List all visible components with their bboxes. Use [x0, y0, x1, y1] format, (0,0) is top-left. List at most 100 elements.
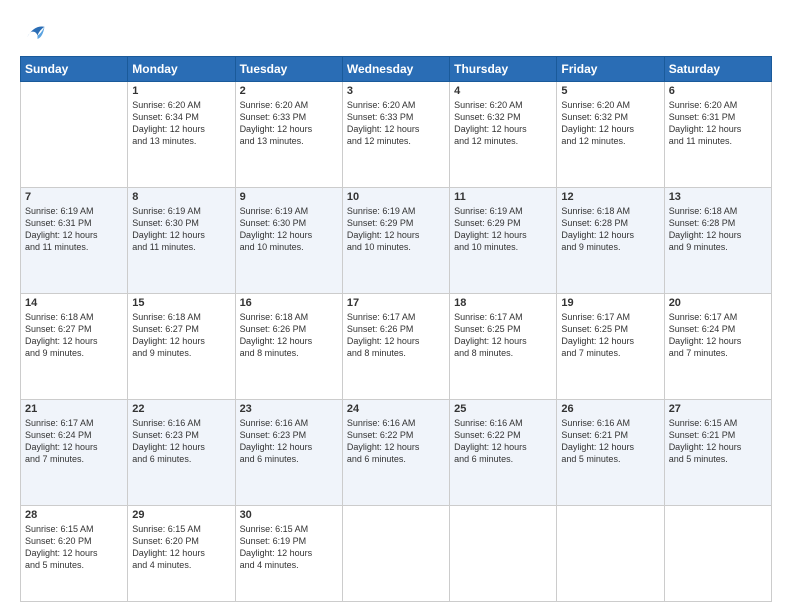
day-info: Sunrise: 6:16 AM Sunset: 6:22 PM Dayligh…	[454, 417, 552, 466]
day-number: 3	[347, 85, 445, 97]
day-number: 13	[669, 191, 767, 203]
calendar-cell	[450, 505, 557, 601]
weekday-thursday: Thursday	[450, 57, 557, 82]
day-number: 20	[669, 297, 767, 309]
day-info: Sunrise: 6:15 AM Sunset: 6:19 PM Dayligh…	[240, 523, 338, 572]
day-number: 24	[347, 403, 445, 415]
day-info: Sunrise: 6:20 AM Sunset: 6:33 PM Dayligh…	[347, 99, 445, 148]
day-info: Sunrise: 6:19 AM Sunset: 6:29 PM Dayligh…	[454, 205, 552, 254]
calendar-cell: 13 Sunrise: 6:18 AM Sunset: 6:28 PM Dayli…	[664, 187, 771, 293]
day-number: 1	[132, 85, 230, 97]
calendar-cell	[664, 505, 771, 601]
day-number: 5	[561, 85, 659, 97]
day-info: Sunrise: 6:19 AM Sunset: 6:29 PM Dayligh…	[347, 205, 445, 254]
calendar-cell: 4Sunrise: 6:20 AM Sunset: 6:32 PM Daylig…	[450, 82, 557, 188]
day-info: Sunrise: 6:16 AM Sunset: 6:23 PM Dayligh…	[240, 417, 338, 466]
calendar-week-5: 28 Sunrise: 6:15 AM Sunset: 6:20 PM Dayli…	[21, 505, 772, 601]
day-info: Sunrise: 6:17 AM Sunset: 6:25 PM Dayligh…	[561, 311, 659, 360]
calendar-cell: 22 Sunrise: 6:16 AM Sunset: 6:23 PM Dayli…	[128, 399, 235, 505]
day-info: Sunrise: 6:18 AM Sunset: 6:26 PM Dayligh…	[240, 311, 338, 360]
calendar-cell: 2 Sunrise: 6:20 AM Sunset: 6:33 PM Daylig…	[235, 82, 342, 188]
day-number: 23	[240, 403, 338, 415]
calendar-table: SundayMondayTuesdayWednesdayThursdayFrid…	[20, 56, 772, 602]
day-info: Sunrise: 6:18 AM Sunset: 6:28 PM Dayligh…	[561, 205, 659, 254]
calendar-cell: 25 Sunrise: 6:16 AM Sunset: 6:22 PM Dayli…	[450, 399, 557, 505]
day-info: Sunrise: 6:15 AM Sunset: 6:20 PM Dayligh…	[132, 523, 230, 572]
logo	[20, 18, 52, 46]
day-number: 27	[669, 403, 767, 415]
logo-bird-icon	[20, 18, 48, 46]
weekday-wednesday: Wednesday	[342, 57, 449, 82]
calendar-cell: 9Sunrise: 6:19 AM Sunset: 6:30 PM Daylig…	[235, 187, 342, 293]
calendar-cell: 20 Sunrise: 6:17 AM Sunset: 6:24 PM Dayli…	[664, 293, 771, 399]
calendar-cell: 30 Sunrise: 6:15 AM Sunset: 6:19 PM Dayli…	[235, 505, 342, 601]
day-number: 16	[240, 297, 338, 309]
day-info: Sunrise: 6:18 AM Sunset: 6:27 PM Dayligh…	[25, 311, 123, 360]
day-number: 2	[240, 85, 338, 97]
day-info: Sunrise: 6:16 AM Sunset: 6:23 PM Dayligh…	[132, 417, 230, 466]
weekday-tuesday: Tuesday	[235, 57, 342, 82]
calendar-cell: 3 Sunrise: 6:20 AM Sunset: 6:33 PM Daylig…	[342, 82, 449, 188]
calendar-cell: 28 Sunrise: 6:15 AM Sunset: 6:20 PM Dayli…	[21, 505, 128, 601]
day-number: 18	[454, 297, 552, 309]
calendar-week-1: 1 Sunrise: 6:20 AM Sunset: 6:34 PM Daylig…	[21, 82, 772, 188]
day-info: Sunrise: 6:20 AM Sunset: 6:33 PM Dayligh…	[240, 99, 338, 148]
calendar-cell: 6 Sunrise: 6:20 AM Sunset: 6:31 PM Daylig…	[664, 82, 771, 188]
calendar-cell: 18 Sunrise: 6:17 AM Sunset: 6:25 PM Dayli…	[450, 293, 557, 399]
calendar-cell: 7Sunrise: 6:19 AM Sunset: 6:31 PM Daylig…	[21, 187, 128, 293]
day-number: 14	[25, 297, 123, 309]
calendar-cell: 10Sunrise: 6:19 AM Sunset: 6:29 PM Dayli…	[342, 187, 449, 293]
calendar-cell: 29 Sunrise: 6:15 AM Sunset: 6:20 PM Dayli…	[128, 505, 235, 601]
page: SundayMondayTuesdayWednesdayThursdayFrid…	[0, 0, 792, 612]
day-info: Sunrise: 6:17 AM Sunset: 6:24 PM Dayligh…	[25, 417, 123, 466]
weekday-monday: Monday	[128, 57, 235, 82]
day-number: 22	[132, 403, 230, 415]
day-info: Sunrise: 6:15 AM Sunset: 6:20 PM Dayligh…	[25, 523, 123, 572]
calendar-cell: 11Sunrise: 6:19 AM Sunset: 6:29 PM Dayli…	[450, 187, 557, 293]
calendar-cell: 12 Sunrise: 6:18 AM Sunset: 6:28 PM Dayli…	[557, 187, 664, 293]
calendar-week-3: 14 Sunrise: 6:18 AM Sunset: 6:27 PM Dayli…	[21, 293, 772, 399]
day-info: Sunrise: 6:20 AM Sunset: 6:32 PM Dayligh…	[561, 99, 659, 148]
calendar-cell: 23 Sunrise: 6:16 AM Sunset: 6:23 PM Dayli…	[235, 399, 342, 505]
calendar-cell: 27 Sunrise: 6:15 AM Sunset: 6:21 PM Dayli…	[664, 399, 771, 505]
day-number: 15	[132, 297, 230, 309]
calendar-cell: 1 Sunrise: 6:20 AM Sunset: 6:34 PM Daylig…	[128, 82, 235, 188]
day-number: 8	[132, 191, 230, 203]
day-number: 26	[561, 403, 659, 415]
calendar-cell: 8 Sunrise: 6:19 AM Sunset: 6:30 PM Daylig…	[128, 187, 235, 293]
calendar-cell	[21, 82, 128, 188]
calendar-week-4: 21 Sunrise: 6:17 AM Sunset: 6:24 PM Dayli…	[21, 399, 772, 505]
day-number: 12	[561, 191, 659, 203]
day-info: Sunrise: 6:20 AM Sunset: 6:31 PM Dayligh…	[669, 99, 767, 148]
day-info: Sunrise: 6:16 AM Sunset: 6:21 PM Dayligh…	[561, 417, 659, 466]
day-number: 17	[347, 297, 445, 309]
day-info: Sunrise: 6:15 AM Sunset: 6:21 PM Dayligh…	[669, 417, 767, 466]
day-info: Sunrise: 6:19 AM Sunset: 6:30 PM Dayligh…	[132, 205, 230, 254]
calendar-cell: 26 Sunrise: 6:16 AM Sunset: 6:21 PM Dayli…	[557, 399, 664, 505]
day-info: Sunrise: 6:20 AM Sunset: 6:34 PM Dayligh…	[132, 99, 230, 148]
day-info: Sunrise: 6:17 AM Sunset: 6:24 PM Dayligh…	[669, 311, 767, 360]
calendar-cell: 15 Sunrise: 6:18 AM Sunset: 6:27 PM Dayli…	[128, 293, 235, 399]
calendar-cell: 19Sunrise: 6:17 AM Sunset: 6:25 PM Dayli…	[557, 293, 664, 399]
day-number: 21	[25, 403, 123, 415]
day-info: Sunrise: 6:16 AM Sunset: 6:22 PM Dayligh…	[347, 417, 445, 466]
day-info: Sunrise: 6:18 AM Sunset: 6:27 PM Dayligh…	[132, 311, 230, 360]
calendar-cell	[557, 505, 664, 601]
day-info: Sunrise: 6:18 AM Sunset: 6:28 PM Dayligh…	[669, 205, 767, 254]
day-info: Sunrise: 6:17 AM Sunset: 6:25 PM Dayligh…	[454, 311, 552, 360]
weekday-saturday: Saturday	[664, 57, 771, 82]
calendar-cell: 24 Sunrise: 6:16 AM Sunset: 6:22 PM Dayli…	[342, 399, 449, 505]
day-number: 7	[25, 191, 123, 203]
day-number: 28	[25, 509, 123, 521]
header	[20, 18, 772, 46]
calendar-cell: 14 Sunrise: 6:18 AM Sunset: 6:27 PM Dayli…	[21, 293, 128, 399]
day-number: 25	[454, 403, 552, 415]
weekday-header-row: SundayMondayTuesdayWednesdayThursdayFrid…	[21, 57, 772, 82]
day-info: Sunrise: 6:19 AM Sunset: 6:30 PM Dayligh…	[240, 205, 338, 254]
day-number: 30	[240, 509, 338, 521]
calendar-cell: 21 Sunrise: 6:17 AM Sunset: 6:24 PM Dayli…	[21, 399, 128, 505]
weekday-sunday: Sunday	[21, 57, 128, 82]
weekday-friday: Friday	[557, 57, 664, 82]
day-number: 29	[132, 509, 230, 521]
day-number: 6	[669, 85, 767, 97]
